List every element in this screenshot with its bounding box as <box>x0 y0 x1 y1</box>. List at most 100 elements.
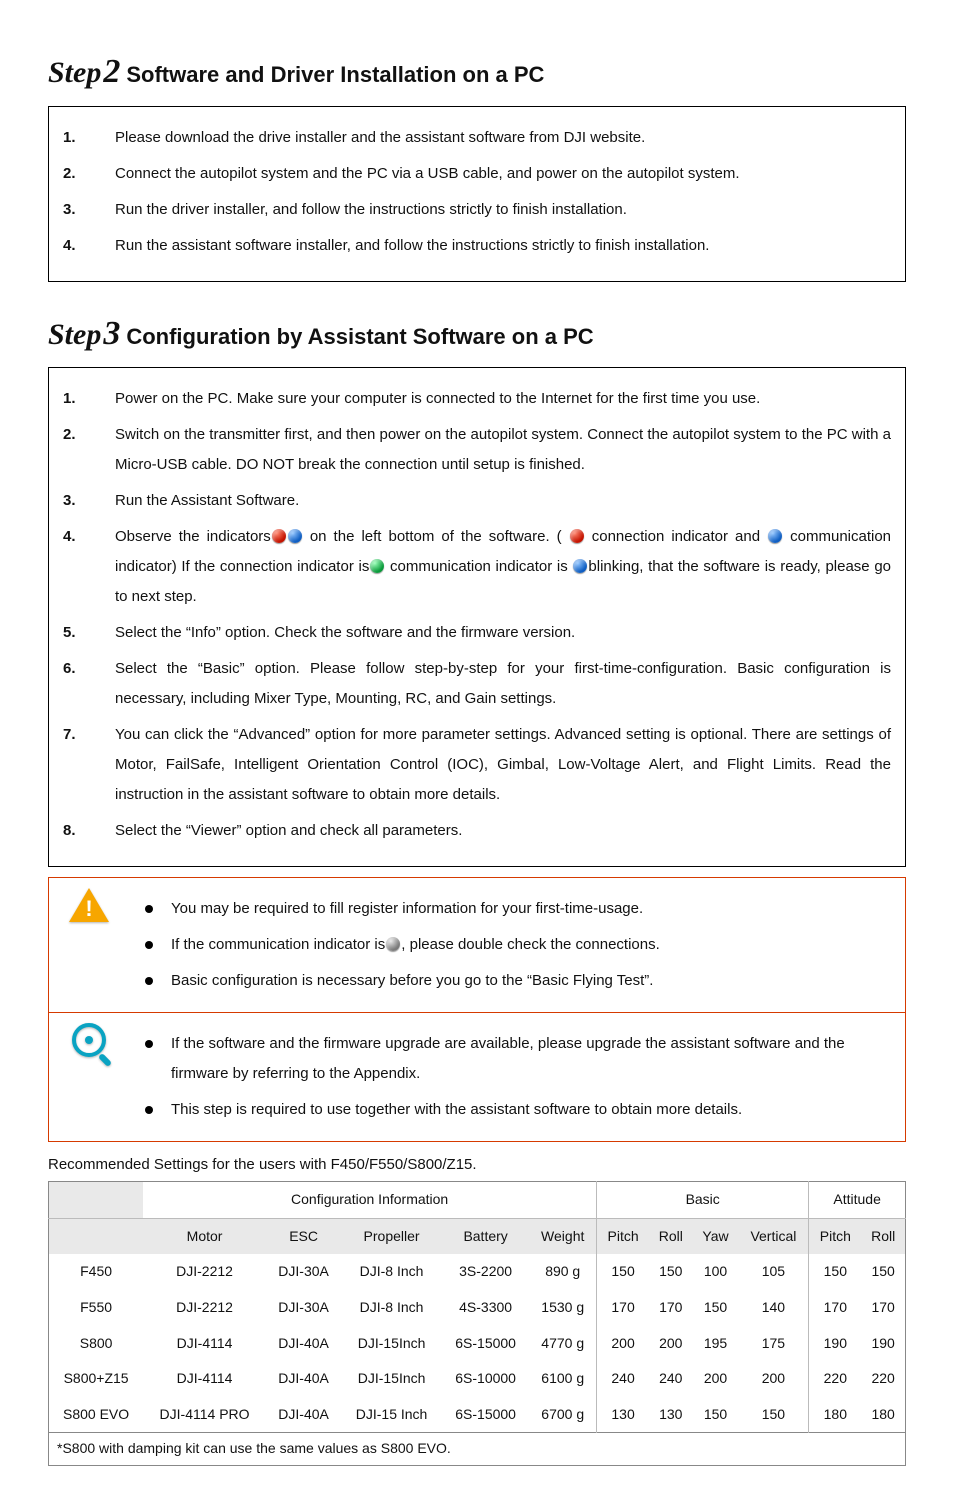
info-list: If the software and the firmware upgrade… <box>135 1029 891 1125</box>
table-cell: 105 <box>739 1254 809 1290</box>
step2-list: 1.Please download the drive installer an… <box>63 123 891 261</box>
table-cell: 240 <box>597 1361 650 1397</box>
list-item: 1.Please download the drive installer an… <box>63 123 891 153</box>
table-cell: DJI-15 Inch <box>341 1397 442 1433</box>
indicator-dot-blue-icon <box>573 559 587 573</box>
table-cell: 220 <box>861 1361 905 1397</box>
column-header: Vertical <box>739 1218 809 1254</box>
table-cell: DJI-30A <box>266 1290 341 1326</box>
table-cell: DJI-8 Inch <box>341 1290 442 1326</box>
table-cell: 1530 g <box>529 1290 596 1326</box>
info-icon <box>49 1013 129 1067</box>
item-number: 1. <box>63 123 115 153</box>
table-row: S800 EVODJI-4114 PRODJI-40ADJI-15 Inch6S… <box>49 1397 906 1433</box>
table-cell: 4S-3300 <box>442 1290 530 1326</box>
column-header <box>49 1218 144 1254</box>
table-cell: DJI-8 Inch <box>341 1254 442 1290</box>
table-cell: 150 <box>739 1397 809 1433</box>
table-cell: S800 <box>49 1326 144 1362</box>
item-text: Run the Assistant Software. <box>115 486 891 516</box>
group-header-attitude: Attitude <box>809 1182 906 1219</box>
item-text: Connect the autopilot system and the PC … <box>115 159 891 189</box>
item-text: Observe the indicators on the left botto… <box>115 522 891 612</box>
item-number: 2. <box>63 159 115 189</box>
table-cell: 6700 g <box>529 1397 596 1433</box>
table-cell: F450 <box>49 1254 144 1290</box>
step2-heading: Step2Software and Driver Installation on… <box>48 48 906 96</box>
column-header: Weight <box>529 1218 596 1254</box>
table-cell: 200 <box>597 1326 650 1362</box>
table-body: F450DJI-2212DJI-30ADJI-8 Inch3S-2200890 … <box>49 1254 906 1432</box>
list-item: 4.Run the assistant software installer, … <box>63 231 891 261</box>
table-cell: 180 <box>861 1397 905 1433</box>
table-cell: 150 <box>693 1397 739 1433</box>
column-header: Battery <box>442 1218 530 1254</box>
table-cell: DJI-2212 <box>143 1254 266 1290</box>
list-item: This step is required to use together wi… <box>135 1095 891 1125</box>
indicator-dot-green-icon <box>370 559 384 573</box>
table-cell: 190 <box>809 1326 862 1362</box>
table-cell: 6100 g <box>529 1361 596 1397</box>
item-text: Power on the PC. Make sure your computer… <box>115 384 891 414</box>
table-row: S800DJI-4114DJI-40ADJI-15Inch6S-15000477… <box>49 1326 906 1362</box>
table-cell: 220 <box>809 1361 862 1397</box>
item-number: 6. <box>63 654 115 714</box>
list-item: You may be required to fill register inf… <box>135 894 891 924</box>
list-item: 5.Select the “Info” option. Check the so… <box>63 618 891 648</box>
item-text: Run the driver installer, and follow the… <box>115 195 891 225</box>
table-cell: 150 <box>809 1254 862 1290</box>
item-text: Please download the drive installer and … <box>115 123 891 153</box>
group-header-blank <box>49 1182 144 1219</box>
table-intro: Recommended Settings for the users with … <box>48 1154 906 1175</box>
column-header-row: MotorESCPropellerBatteryWeightPitchRollY… <box>49 1218 906 1254</box>
table-row: S800+Z15DJI-4114DJI-40ADJI-15Inch6S-1000… <box>49 1361 906 1397</box>
table-cell: 195 <box>693 1326 739 1362</box>
item-number: 2. <box>63 420 115 480</box>
table-cell: DJI-40A <box>266 1361 341 1397</box>
group-header-config: Configuration Information <box>143 1182 596 1219</box>
table-cell: DJI-4114 <box>143 1326 266 1362</box>
table-footnote: *S800 with damping kit can use the same … <box>48 1433 906 1466</box>
step-number: 3 <box>103 315 120 352</box>
table-cell: 150 <box>649 1254 692 1290</box>
table-cell: 150 <box>861 1254 905 1290</box>
table-cell: DJI-15Inch <box>341 1361 442 1397</box>
item-text: You can click the “Advanced” option for … <box>115 720 891 810</box>
table-cell: 6S-15000 <box>442 1326 530 1362</box>
table-cell: 150 <box>693 1290 739 1326</box>
indicator-dot-blue-icon <box>288 529 302 543</box>
table-cell: 170 <box>649 1290 692 1326</box>
step-label: Step <box>48 56 101 89</box>
table-cell: 180 <box>809 1397 862 1433</box>
table-cell: 130 <box>649 1397 692 1433</box>
table-cell: 6S-15000 <box>442 1397 530 1433</box>
table-cell: 150 <box>597 1254 650 1290</box>
item-number: 4. <box>63 231 115 261</box>
table-cell: DJI-40A <box>266 1326 341 1362</box>
list-item: Basic configuration is necessary before … <box>135 966 891 996</box>
list-item: If the communication indicator is, pleas… <box>135 930 891 960</box>
item-text: Select the “Viewer” option and check all… <box>115 816 891 846</box>
item-text: Select the “Basic” option. Please follow… <box>115 654 891 714</box>
list-item: 2.Switch on the transmitter first, and t… <box>63 420 891 480</box>
table-cell: 200 <box>739 1361 809 1397</box>
group-header-row: Configuration Information Basic Attitude <box>49 1182 906 1219</box>
table-cell: 4770 g <box>529 1326 596 1362</box>
table-row: F550DJI-2212DJI-30ADJI-8 Inch4S-33001530… <box>49 1290 906 1326</box>
list-item: 3.Run the Assistant Software. <box>63 486 891 516</box>
list-item: 4.Observe the indicators on the left bot… <box>63 522 891 612</box>
item-number: 7. <box>63 720 115 810</box>
item-number: 5. <box>63 618 115 648</box>
table-cell: 190 <box>861 1326 905 1362</box>
list-item: 3.Run the driver installer, and follow t… <box>63 195 891 225</box>
column-header: Motor <box>143 1218 266 1254</box>
table-cell: DJI-4114 <box>143 1361 266 1397</box>
item-text: Run the assistant software installer, an… <box>115 231 891 261</box>
notes-info-row: If the software and the firmware upgrade… <box>49 1012 905 1141</box>
list-item: 2.Connect the autopilot system and the P… <box>63 159 891 189</box>
item-number: 4. <box>63 522 115 612</box>
warning-list: You may be required to fill register inf… <box>135 894 891 996</box>
table-cell: 6S-10000 <box>442 1361 530 1397</box>
notes-warning-row: You may be required to fill register inf… <box>49 878 905 1012</box>
item-number: 1. <box>63 384 115 414</box>
